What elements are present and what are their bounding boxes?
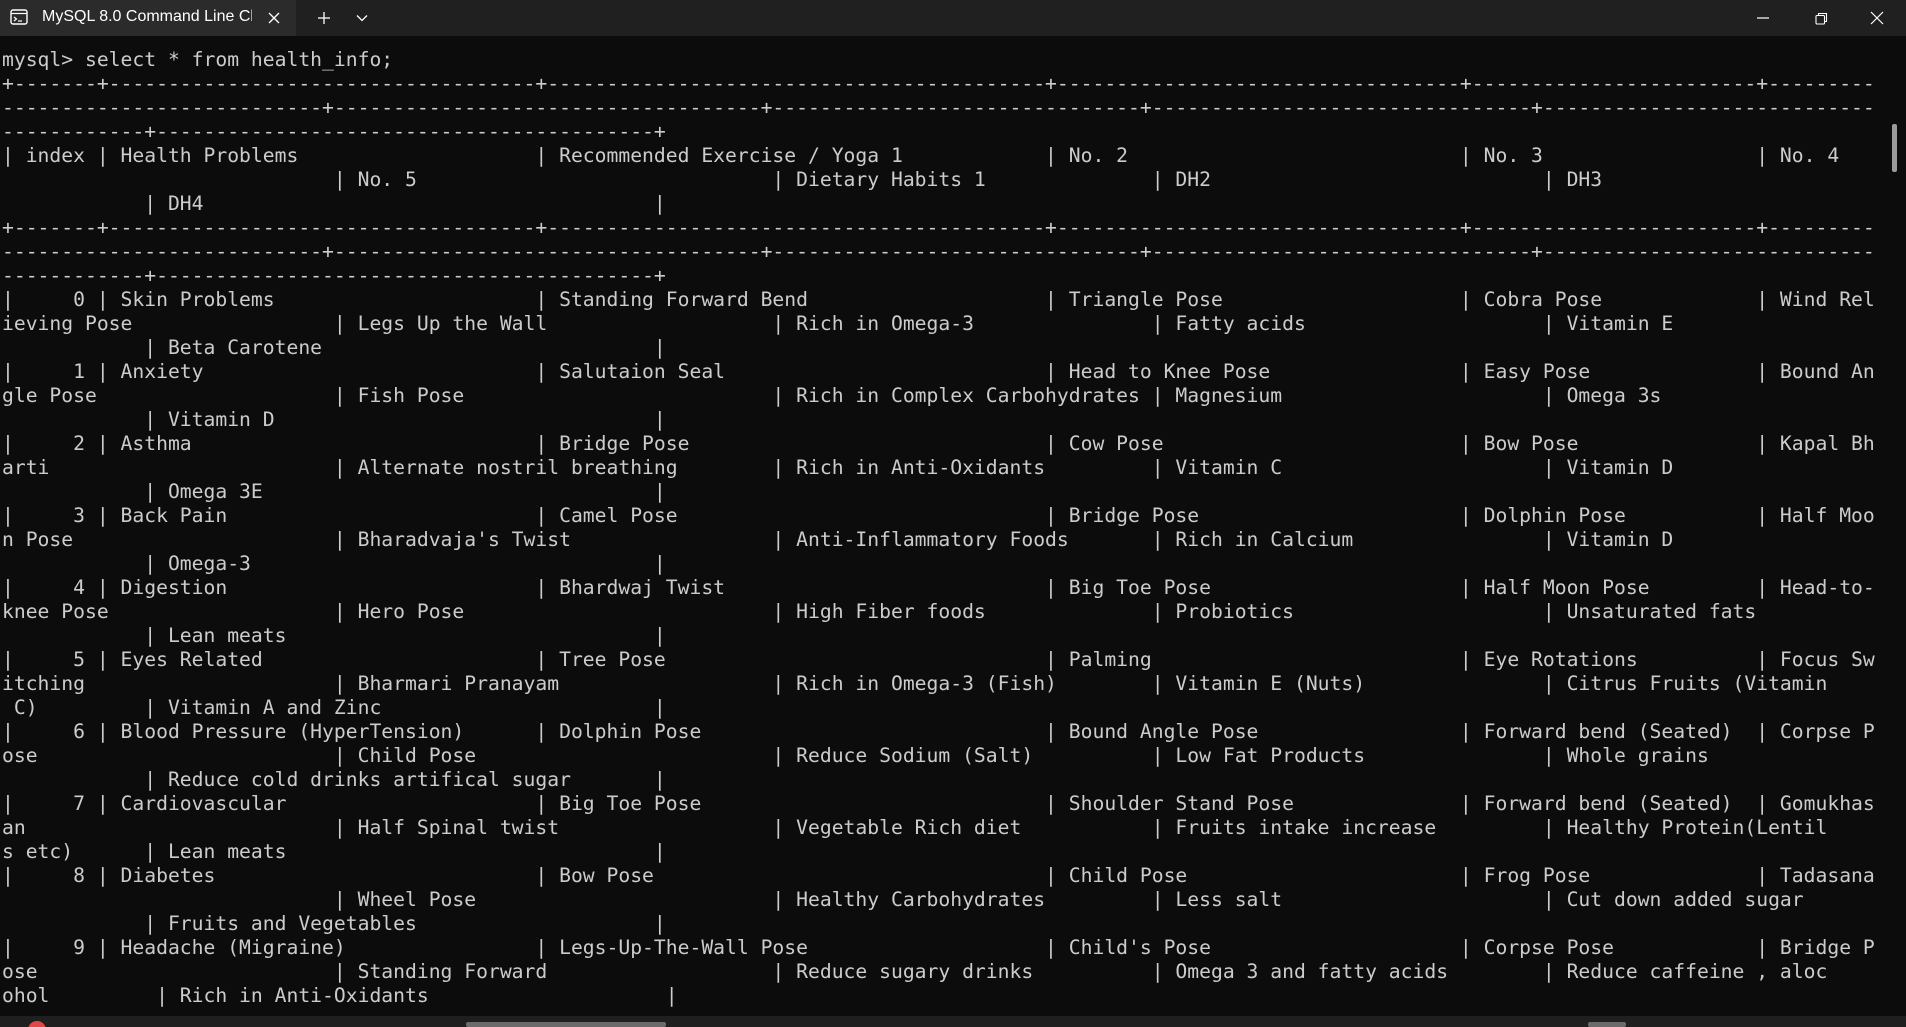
terminal-output[interactable]: mysql> select * from health_info; +-----…	[0, 48, 1878, 1008]
terminal-line: ---------------------------+------------…	[2, 96, 1878, 119]
taskbar-indicator	[466, 1022, 666, 1027]
terminal-line: | Fruits and Vegetables |	[2, 912, 666, 935]
terminal-line: | Wheel Pose | Healthy Carbohydrates | L…	[2, 888, 1804, 911]
terminal-line: knee Pose | Hero Pose | High Fiber foods…	[2, 600, 1757, 623]
terminal-line: | Lean meats |	[2, 624, 666, 647]
terminal-line: ------------+---------------------------…	[2, 264, 666, 287]
terminal-line: | 7 | Cardiovascular | Big Toe Pose | Sh…	[2, 792, 1875, 815]
close-icon[interactable]	[262, 6, 286, 30]
terminal-window: MySQL 8.0 Command Line Cli mysql> select…	[0, 0, 1906, 1027]
terminal-line: | 9 | Headache (Migraine) | Legs-Up-The-…	[2, 936, 1875, 959]
terminal-line: | 1 | Anxiety | Salutaion Seal | Head to…	[2, 360, 1875, 383]
maximize-icon[interactable]	[1792, 0, 1850, 36]
terminal-icon	[10, 9, 28, 25]
terminal-line: | Omega 3E |	[2, 480, 666, 503]
terminal-line: itching | Bharmari Pranayam | Rich in Om…	[2, 672, 1828, 695]
terminal-line: | index | Health Problems | Recommended …	[2, 144, 1840, 167]
terminal-line: | DH4 |	[2, 192, 666, 215]
terminal-line: an | Half Spinal twist | Vegetable Rich …	[2, 816, 1828, 839]
terminal-line: n Pose | Bharadvaja's Twist | Anti-Infla…	[2, 528, 1674, 551]
plus-icon[interactable]	[312, 6, 336, 30]
query-result-text: mysql> select * from health_info; +-----…	[0, 48, 1878, 1008]
terminal-line: s etc) | Lean meats |	[2, 840, 666, 863]
terminal-line: C) | Vitamin A and Zinc |	[2, 696, 666, 719]
terminal-line: mysql> select * from health_info;	[2, 48, 394, 71]
terminal-line: arti | Alternate nostril breathing | Ric…	[2, 456, 1674, 479]
title-bar: MySQL 8.0 Command Line Cli	[0, 0, 1906, 36]
terminal-line: ose | Standing Forward | Reduce sugary d…	[2, 960, 1828, 983]
terminal-line: | 0 | Skin Problems | Standing Forward B…	[2, 288, 1875, 311]
terminal-line: | 2 | Asthma | Bridge Pose | Cow Pose | …	[2, 432, 1875, 455]
terminal-line: gle Pose | Fish Pose | Rich in Complex C…	[2, 384, 1662, 407]
terminal-line: +-------+-------------------------------…	[2, 216, 1878, 239]
minimize-icon[interactable]	[1734, 0, 1792, 36]
terminal-line: +-------+-------------------------------…	[2, 72, 1878, 95]
terminal-line: ------------+---------------------------…	[2, 120, 666, 143]
terminal-line: | 5 | Eyes Related | Tree Pose | Palming…	[2, 648, 1875, 671]
terminal-line: | No. 5 | Dietary Habits 1 | DH2 | DH3	[2, 168, 1878, 191]
terminal-line: | Omega-3 |	[2, 552, 666, 575]
taskbar-indicator	[1588, 1022, 1626, 1027]
tab-mysql-cli[interactable]: MySQL 8.0 Command Line Cli	[0, 0, 296, 36]
terminal-line: ---------------------------+------------…	[2, 240, 1878, 263]
terminal-line: ieving Pose | Legs Up the Wall | Rich in…	[2, 312, 1674, 335]
terminal-line: | Vitamin D |	[2, 408, 666, 431]
chevron-down-icon[interactable]	[350, 6, 374, 30]
scrollbar-thumb[interactable]	[1892, 124, 1897, 172]
close-window-icon[interactable]	[1848, 0, 1906, 36]
terminal-line: | 8 | Diabetes | Bow Pose | Child Pose |…	[2, 864, 1875, 887]
terminal-line: ose | Child Pose | Reduce Sodium (Salt) …	[2, 744, 1709, 767]
terminal-line: | 6 | Blood Pressure (HyperTension) | Do…	[2, 720, 1875, 743]
terminal-line: | 4 | Digestion | Bhardwaj Twist | Big T…	[2, 576, 1875, 599]
terminal-line: | Reduce cold drinks artifical sugar |	[2, 768, 666, 791]
terminal-line: ohol | Rich in Anti-Oxidants |	[2, 984, 678, 1007]
terminal-line: | Beta Carotene |	[2, 336, 666, 359]
terminal-line: | 3 | Back Pain | Camel Pose | Bridge Po…	[2, 504, 1875, 527]
tab-title: MySQL 8.0 Command Line Cli	[42, 8, 252, 25]
